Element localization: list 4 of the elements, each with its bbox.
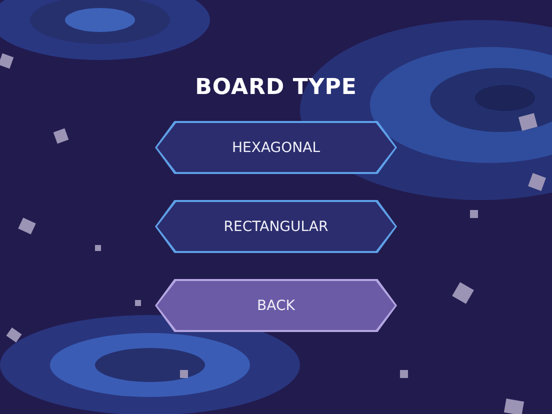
screen-title: BOARD TYPE — [195, 74, 357, 102]
option-button[interactable]: HEXAGONAL — [155, 121, 397, 174]
option-button[interactable]: RECTANGULAR — [155, 200, 397, 253]
back-button[interactable]: BACK — [155, 279, 397, 332]
